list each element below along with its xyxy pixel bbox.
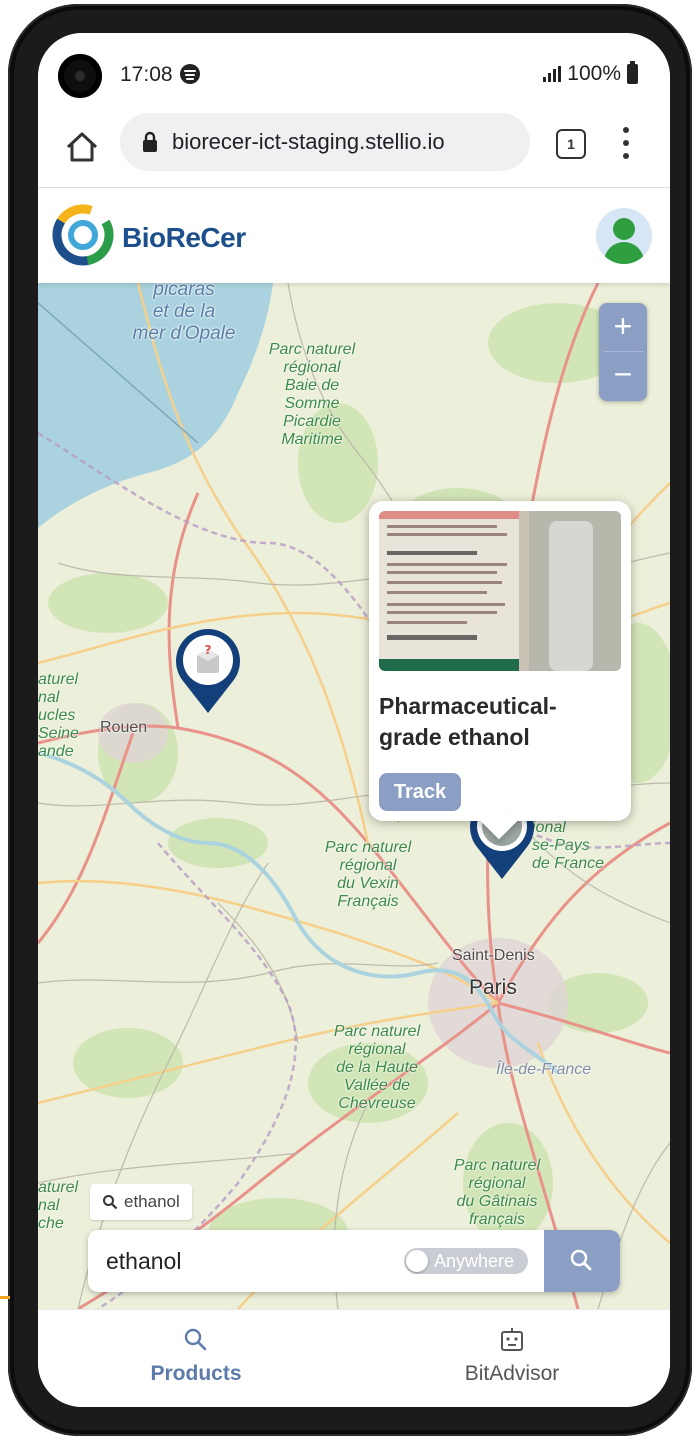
zoom-control: + − <box>599 303 647 401</box>
map-label-city: Paris <box>469 976 517 999</box>
robot-icon <box>501 1328 523 1351</box>
search-icon <box>570 1249 592 1271</box>
nav-item-products[interactable]: Products <box>38 1310 354 1407</box>
map-label-city: Rouen <box>100 719 148 736</box>
map-label: aturel nal che <box>38 1179 79 1232</box>
nav-item-bitadvisor[interactable]: BitAdvisor <box>354 1310 670 1407</box>
zoom-in-button[interactable]: + <box>599 303 647 351</box>
map-label: ional se-Pays de France <box>532 819 605 872</box>
biorecer-logo-icon[interactable] <box>52 204 114 266</box>
lock-icon <box>143 131 157 152</box>
nav-label: Products <box>150 1362 242 1385</box>
home-icon[interactable] <box>62 127 102 167</box>
bottom-navigation: Products BitAdvisor <box>38 1309 670 1407</box>
battery-icon <box>627 61 638 84</box>
map-view[interactable]: picaras et de la mer d'Opale Parc naturel r… <box>38 283 670 1309</box>
tabs-button[interactable]: 1 <box>556 129 586 159</box>
product-popup: Pharmaceutical-grade ethanol Track <box>369 501 631 821</box>
app-header: BioReCer <box>38 188 670 283</box>
product-title: Pharmaceutical-grade ethanol <box>379 693 557 750</box>
map-label: aturel nal ucles Seine ande <box>38 671 79 760</box>
status-bar: 17:08 100% <box>38 33 670 113</box>
status-indicators: 100% <box>543 61 638 86</box>
front-camera <box>58 54 102 98</box>
user-icon <box>613 218 635 240</box>
search-bar: ethanol Anywhere <box>88 1230 620 1292</box>
brand-name: BioReCer <box>122 222 246 253</box>
decorative-accent <box>0 1296 10 1299</box>
user-avatar[interactable] <box>596 208 652 264</box>
battery-percent: 100% <box>567 62 621 85</box>
phone-screen: 17:08 100% biorecer-ict-staging.stellio.… <box>38 33 670 1407</box>
browser-toolbar: biorecer-ict-staging.stellio.io 1 <box>38 113 670 188</box>
search-filter-chip[interactable]: ethanol <box>90 1184 192 1220</box>
map-label: Parc naturel régional du Gâtinais français <box>453 1157 541 1228</box>
zoom-out-button[interactable]: − <box>599 351 647 399</box>
svg-text:?: ? <box>205 643 212 657</box>
search-icon <box>103 1195 118 1210</box>
map-label: Parc naturel régional du Vexin Français <box>324 839 412 910</box>
search-icon <box>184 1328 207 1351</box>
map-label: Parc naturel régional de la Haute Vallée d… <box>333 1023 421 1112</box>
map-label-region: Île-de-France <box>496 1061 592 1078</box>
url-bar[interactable]: biorecer-ict-staging.stellio.io <box>120 113 530 171</box>
signal-icon <box>543 66 562 82</box>
toggle-label: Anywhere <box>434 1251 515 1271</box>
map-label: picaras et de la mer d'Opale <box>132 283 236 344</box>
url-text: biorecer-ict-staging.stellio.io <box>172 129 445 154</box>
spotify-icon <box>180 64 200 84</box>
status-time: 17:08 <box>120 63 173 86</box>
map-label-city: Saint-Denis <box>452 947 535 964</box>
browser-menu-icon[interactable] <box>623 127 629 159</box>
map-label: Parc naturel régional Baie de Somme Picardi… <box>268 341 356 448</box>
track-button[interactable]: Track <box>379 773 461 811</box>
product-marker[interactable]: ? <box>171 623 245 715</box>
anywhere-toggle[interactable]: Anywhere <box>404 1248 528 1274</box>
search-button[interactable] <box>544 1230 620 1292</box>
search-input[interactable]: ethanol <box>106 1248 181 1275</box>
nav-label: BitAdvisor <box>464 1362 560 1385</box>
chip-label: ethanol <box>124 1192 180 1211</box>
product-image <box>379 511 621 671</box>
